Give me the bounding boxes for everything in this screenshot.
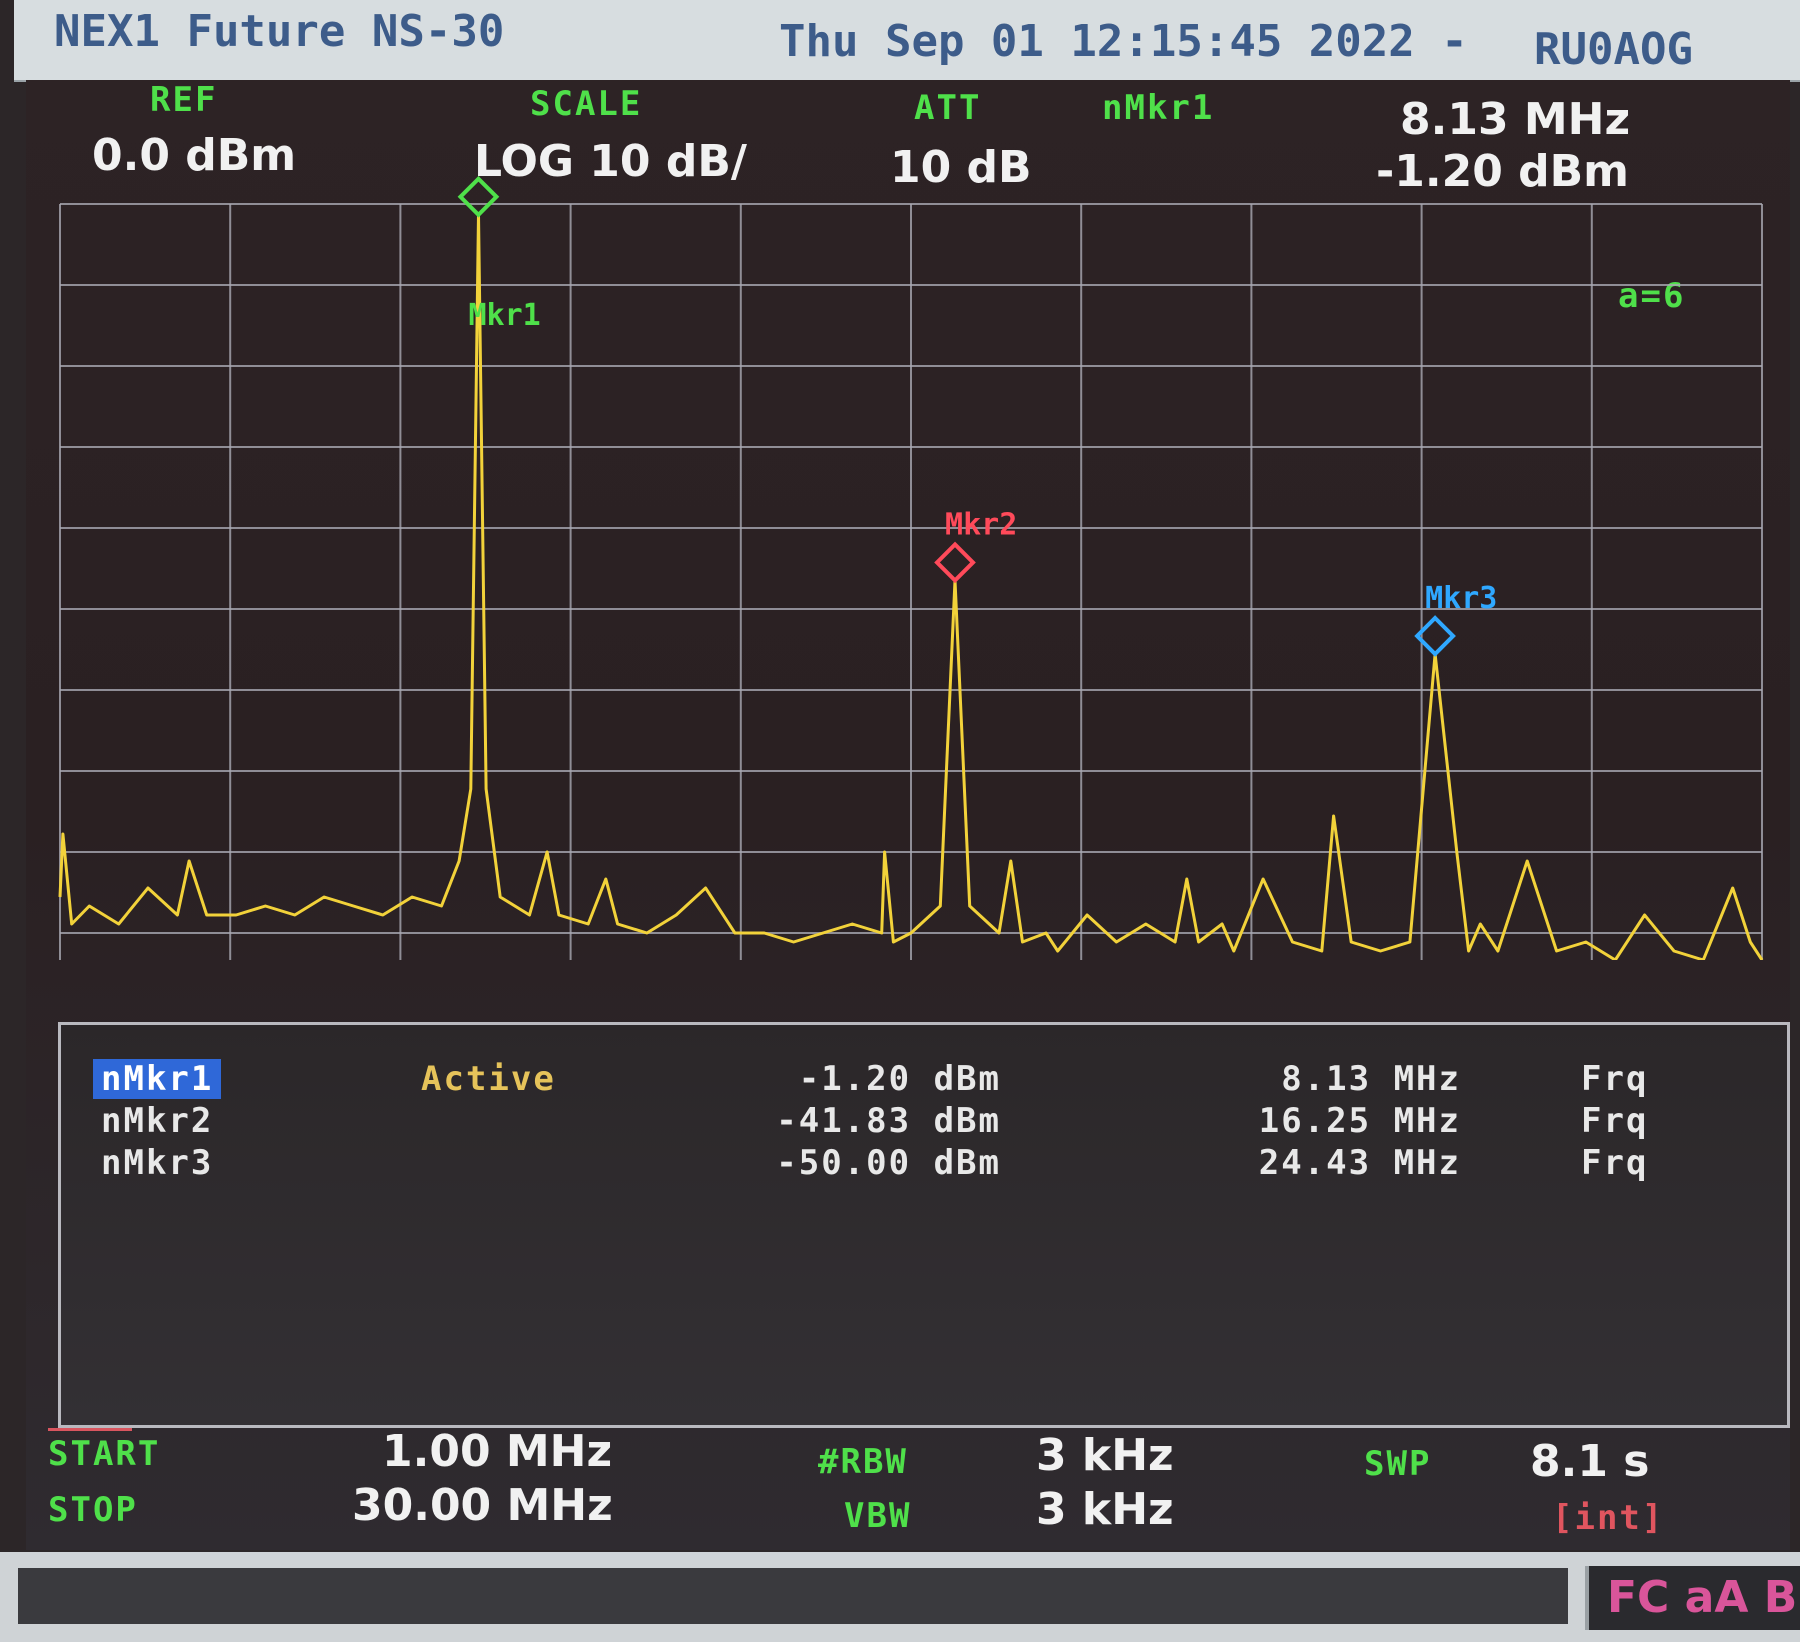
marker-3: Mkr3 <box>1414 581 1497 657</box>
swp-label: SWP <box>1364 1444 1432 1484</box>
start-underline <box>48 1428 132 1431</box>
marker-table: nMkr1 Active -1.20 dBm 8.13 MHz Frq nMkr… <box>58 1022 1790 1428</box>
rbw-value[interactable]: 3 kHz <box>1036 1430 1174 1481</box>
swp-value[interactable]: 8.1 s <box>1530 1436 1649 1487</box>
callsign: RU0AOG <box>1534 24 1693 75</box>
status-flags: FC aA B <box>1607 1572 1798 1623</box>
marker-3-amplitude: -50.00 dBm <box>776 1143 1001 1183</box>
spectrum-display: REF 0.0 dBm SCALE LOG 10 dB/ ATT 10 dB n… <box>26 80 1790 1550</box>
marker-3-name[interactable]: nMkr3 <box>101 1143 213 1183</box>
marker-row-3[interactable]: nMkr3 -50.00 dBm 24.43 MHz Frq <box>61 1143 1787 1183</box>
marker-3-frequency: 24.43 MHz <box>1258 1143 1461 1183</box>
datetime: Thu Sep 01 12:15:45 2022 - <box>779 16 1468 67</box>
marker-layer: Mkr1 Mkr2 Mkr3 <box>457 175 1497 657</box>
marker-3-mode: Frq <box>1581 1143 1649 1183</box>
marker-2-name[interactable]: nMkr2 <box>101 1101 213 1141</box>
marker-1-amplitude: -1.20 dBm <box>798 1059 1001 1099</box>
marker-2-label: Mkr2 <box>945 507 1017 542</box>
marker-2-diamond <box>934 541 976 584</box>
status-panel: FC aA B <box>1585 1566 1800 1630</box>
marker-row-1[interactable]: nMkr1 Active -1.20 dBm 8.13 MHz Frq <box>61 1059 1787 1099</box>
stop-value[interactable]: 30.00 MHz <box>352 1480 613 1531</box>
analyzer-screen: NEX1 Future NS-30 Thu Sep 01 12:15:45 20… <box>0 0 1800 1642</box>
marker-2: Mkr2 <box>934 507 1017 584</box>
spectrum-plot[interactable]: Mkr1 Mkr2 Mkr3 <box>26 80 1790 960</box>
vbw-value[interactable]: 3 kHz <box>1036 1484 1174 1535</box>
marker-2-amplitude: -41.83 dBm <box>776 1101 1001 1141</box>
marker-row-2[interactable]: nMkr2 -41.83 dBm 16.25 MHz Frq <box>61 1101 1787 1141</box>
marker-3-label: Mkr3 <box>1425 581 1497 616</box>
vbw-label: VBW <box>844 1496 912 1536</box>
rbw-label: #RBW <box>818 1442 908 1482</box>
softkey-strip <box>18 1568 1568 1624</box>
marker-1-status: Active <box>421 1059 556 1099</box>
marker-1: Mkr1 <box>457 175 541 333</box>
start-label: START <box>48 1434 161 1474</box>
marker-1-name[interactable]: nMkr1 <box>93 1059 222 1099</box>
start-value[interactable]: 1.00 MHz <box>382 1426 612 1477</box>
marker-2-frequency: 16.25 MHz <box>1258 1101 1461 1141</box>
stop-label: STOP <box>48 1490 138 1530</box>
instrument-name: NEX1 Future NS-30 <box>54 6 505 57</box>
marker-1-diamond <box>457 175 500 218</box>
marker-1-mode: Frq <box>1581 1059 1649 1099</box>
swp-mode: [int] <box>1552 1498 1665 1538</box>
marker-1-frequency: 8.13 MHz <box>1281 1059 1461 1099</box>
title-bar: NEX1 Future NS-30 Thu Sep 01 12:15:45 20… <box>14 0 1800 82</box>
marker-1-label: Mkr1 <box>468 298 540 333</box>
marker-2-mode: Frq <box>1581 1101 1649 1141</box>
graticule <box>59 203 1763 960</box>
